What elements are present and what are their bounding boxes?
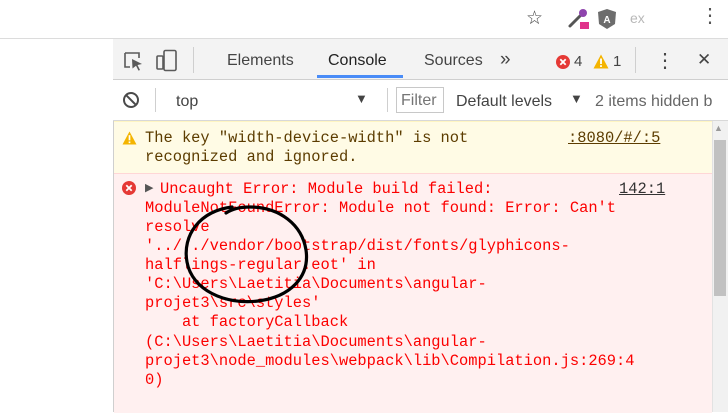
scroll-up-arrow-icon[interactable]: ▲ — [714, 123, 723, 133]
toolbar-divider — [387, 88, 388, 112]
warning-line: The key "width-device-width" is not — [145, 129, 469, 147]
browser-toolbar — [0, 0, 728, 38]
warning-count-icon[interactable] — [593, 54, 609, 69]
error-line: at factoryCallback — [145, 313, 349, 331]
more-tabs-button[interactable]: » — [500, 49, 511, 71]
context-dropdown-icon[interactable]: ▼ — [355, 91, 368, 106]
clear-console-icon[interactable] — [122, 91, 140, 109]
color-picker-extension-icon[interactable] — [566, 8, 590, 30]
context-selector[interactable]: top — [176, 93, 198, 111]
toolbar-divider — [193, 47, 194, 73]
toolbar-divider — [155, 88, 156, 112]
tab-console[interactable]: Console — [328, 52, 387, 70]
tab-elements[interactable]: Elements — [227, 52, 294, 70]
device-toolbar-icon[interactable] — [155, 49, 179, 72]
scrollbar-thumb[interactable] — [714, 140, 726, 296]
svg-text:A: A — [603, 15, 610, 26]
browser-menu-icon[interactable]: ⋮ — [700, 5, 720, 27]
warning-line: recognized and ignored. — [145, 148, 358, 166]
error-line: 0) — [145, 371, 164, 389]
error-source-link[interactable]: 142:1 — [619, 180, 665, 199]
filter-input[interactable]: Filter — [396, 87, 444, 113]
expand-triangle-icon[interactable]: ▶ — [145, 181, 153, 194]
default-levels-selector[interactable]: Default levels — [456, 93, 552, 111]
close-devtools-button[interactable]: ✕ — [697, 50, 711, 70]
filter-placeholder: Filter — [401, 92, 437, 109]
error-icon — [122, 181, 136, 195]
angular-extension-icon[interactable]: A — [597, 8, 617, 30]
extension-badge[interactable]: ex — [630, 10, 645, 26]
toolbar-divider — [635, 47, 636, 73]
annotation-circle — [184, 205, 309, 304]
warning-source-link[interactable]: :8080/#/:5 — [568, 129, 660, 148]
warning-count[interactable]: 1 — [613, 53, 621, 70]
active-tab-indicator — [317, 75, 403, 78]
error-line: (C:\Users\Laetitia\Documents\angular- — [145, 333, 487, 351]
tab-sources[interactable]: Sources — [424, 52, 483, 70]
error-count-icon[interactable] — [556, 55, 570, 69]
warning-icon — [122, 131, 137, 145]
bookmark-star-icon[interactable]: ☆ — [526, 7, 543, 30]
hidden-items-count: 2 items hidden b — [595, 93, 713, 110]
devtools-menu-icon[interactable]: ⋮ — [655, 48, 675, 73]
levels-dropdown-icon[interactable]: ▼ — [570, 91, 583, 106]
error-count[interactable]: 4 — [574, 53, 582, 70]
inspect-element-icon[interactable] — [123, 51, 145, 71]
error-line: projet3\node_modules\webpack\lib\Compila… — [145, 352, 635, 370]
